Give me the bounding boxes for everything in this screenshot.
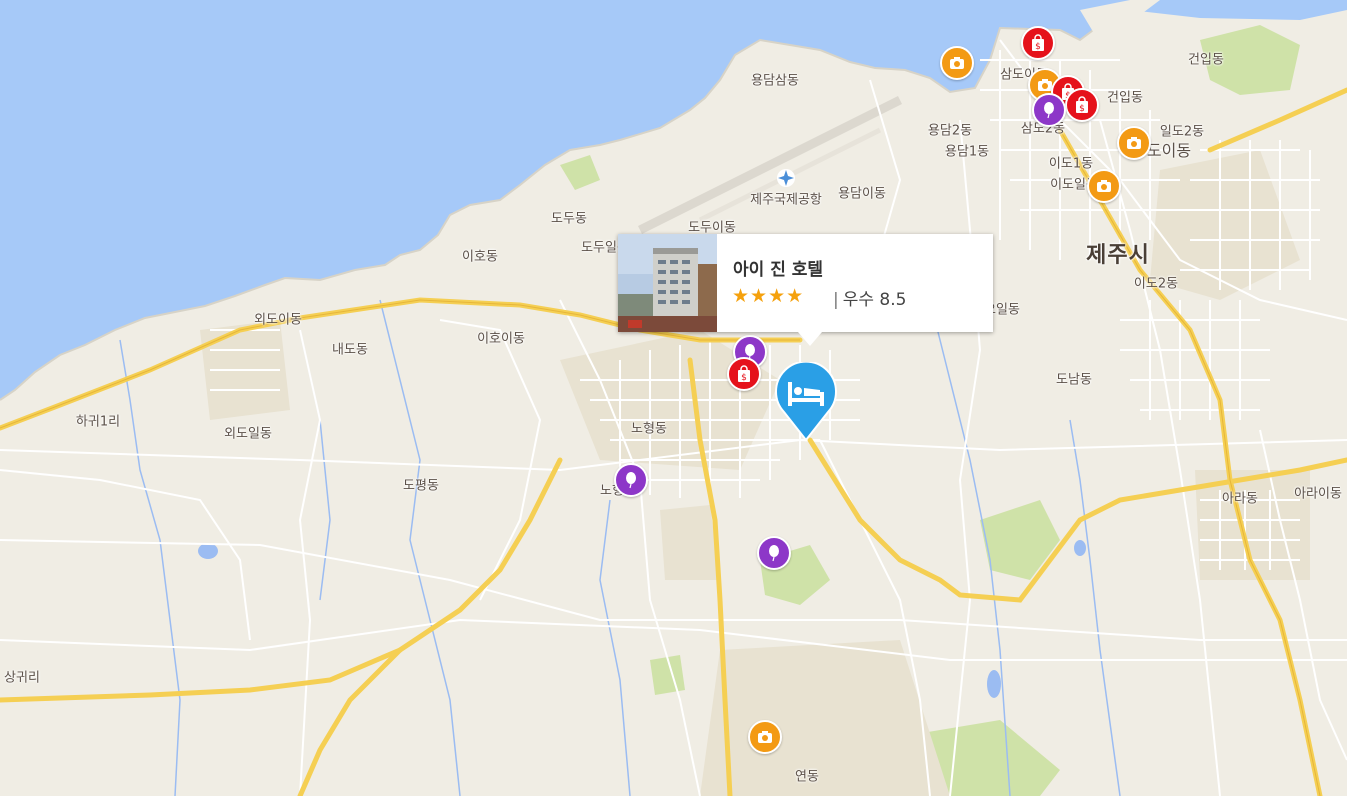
place-label: 용담1동 bbox=[944, 144, 990, 160]
hotel-info-popup[interactable]: 아이 진 호텔 ★★★★ | 우수 8.5 bbox=[618, 234, 993, 346]
attraction-marker[interactable] bbox=[614, 463, 648, 497]
star-rating: ★★★★ bbox=[732, 285, 805, 307]
hotel-name[interactable]: 아이 진 호텔 bbox=[733, 255, 823, 280]
attraction-marker[interactable] bbox=[1032, 93, 1066, 127]
place-label: 이호이동 bbox=[477, 331, 525, 347]
place-label: 이호동 bbox=[462, 249, 498, 265]
shopping-bag-icon: $ bbox=[738, 365, 750, 383]
place-label: 도평동 bbox=[403, 478, 439, 494]
map-canvas[interactable] bbox=[0, 0, 1347, 796]
place-label: 아라이동 bbox=[1294, 486, 1342, 502]
shopping-bag-icon: $ bbox=[1032, 34, 1044, 52]
shopping-marker[interactable]: $ bbox=[1065, 88, 1099, 122]
shopping-marker[interactable]: $ bbox=[1021, 26, 1055, 60]
place-label: 내도동 bbox=[332, 342, 368, 358]
place-label: 이도2동 bbox=[1133, 276, 1179, 292]
camera-marker[interactable] bbox=[940, 46, 974, 80]
balloon-icon bbox=[769, 545, 779, 562]
place-label: 도이동 bbox=[1146, 141, 1192, 160]
camera-icon bbox=[758, 731, 772, 743]
camera-marker[interactable] bbox=[1117, 126, 1151, 160]
place-label: 도두동 bbox=[551, 211, 587, 227]
balloon-icon bbox=[626, 472, 636, 489]
separator: | bbox=[833, 290, 839, 310]
attraction-marker[interactable] bbox=[757, 536, 791, 570]
place-label: 용담이동 bbox=[838, 186, 886, 202]
place-label: 노형동 bbox=[631, 421, 667, 437]
place-label: 외도일동 bbox=[224, 426, 272, 442]
place-label: 건입동 bbox=[1107, 90, 1143, 106]
balloon-icon bbox=[1044, 102, 1054, 119]
place-label: 하귀1리 bbox=[75, 414, 121, 430]
place-label: 건입동 bbox=[1188, 52, 1224, 68]
place-label-airport: 제주국제공항 bbox=[750, 192, 822, 208]
place-label: 이도1동 bbox=[1048, 156, 1094, 172]
place-label-city: 제주시 bbox=[1086, 243, 1150, 268]
svg-text:$: $ bbox=[1079, 104, 1085, 114]
place-label: 용담삼동 bbox=[751, 73, 799, 89]
place-label: 아라동 bbox=[1222, 491, 1258, 507]
place-label: 도두이동 bbox=[688, 220, 736, 236]
rating-label: 우수 bbox=[842, 290, 875, 310]
camera-icon bbox=[1097, 180, 1111, 192]
camera-icon bbox=[950, 57, 964, 69]
airport-icon bbox=[777, 169, 795, 187]
camera-marker[interactable] bbox=[748, 720, 782, 754]
review-score: | 우수 8.5 bbox=[833, 285, 906, 310]
place-label: 상귀리 bbox=[4, 670, 40, 686]
hotel-marker[interactable] bbox=[774, 362, 838, 442]
shopping-bag-icon: $ bbox=[1076, 96, 1088, 114]
rating-score: 8.5 bbox=[879, 290, 907, 310]
shopping-marker[interactable]: $ bbox=[727, 357, 761, 391]
hotel-photo[interactable] bbox=[618, 234, 717, 332]
place-label: 도남동 bbox=[1056, 372, 1092, 388]
place-label: 용담2동 bbox=[927, 123, 973, 139]
place-label: 연동 bbox=[795, 769, 819, 785]
camera-icon bbox=[1127, 137, 1141, 149]
svg-text:$: $ bbox=[741, 373, 747, 383]
camera-marker[interactable] bbox=[1087, 169, 1121, 203]
svg-text:$: $ bbox=[1035, 42, 1041, 52]
place-label: 외도이동 bbox=[254, 312, 302, 328]
